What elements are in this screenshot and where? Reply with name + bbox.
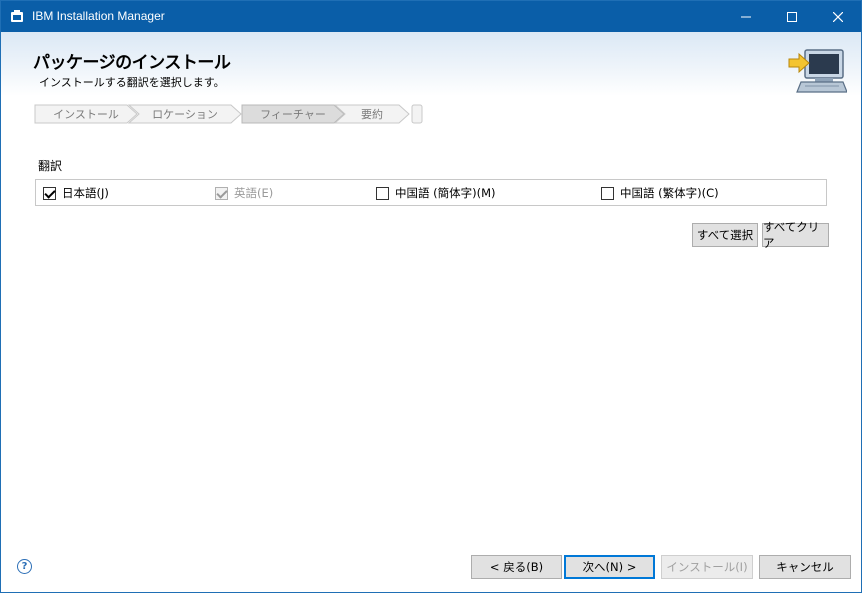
cancel-button[interactable]: キャンセル bbox=[759, 555, 851, 579]
step-location: ロケーション bbox=[128, 104, 242, 124]
language-chinese-traditional[interactable]: 中国語 (繁体字)(C) bbox=[601, 185, 719, 201]
back-button[interactable]: < 戻る(B) bbox=[471, 555, 562, 579]
page-subtitle: インストールする翻訳を選択します。 bbox=[39, 76, 225, 89]
chinese-traditional-label: 中国語 (繁体字)(C) bbox=[620, 186, 719, 200]
minimize-button[interactable] bbox=[723, 1, 769, 32]
maximize-button[interactable] bbox=[769, 1, 815, 32]
maximize-icon bbox=[787, 11, 797, 22]
window-title: IBM Installation Manager bbox=[32, 9, 165, 23]
select-all-button[interactable]: すべて選択 bbox=[692, 223, 758, 247]
step-end bbox=[411, 104, 423, 124]
title-bar: IBM Installation Manager bbox=[1, 1, 861, 32]
step-install: インストール bbox=[34, 104, 138, 124]
language-chinese-simplified[interactable]: 中国語 (簡体字)(M) bbox=[376, 185, 496, 201]
english-label: 英語(E) bbox=[234, 186, 274, 200]
chinese-traditional-checkbox[interactable] bbox=[601, 186, 614, 200]
chinese-simplified-label: 中国語 (簡体字)(M) bbox=[395, 186, 496, 200]
english-checkbox bbox=[215, 186, 228, 200]
step-features: フィーチャー bbox=[241, 104, 345, 124]
translation-section-label: 翻訳 bbox=[38, 159, 63, 173]
chinese-simplified-checkbox[interactable] bbox=[376, 186, 389, 200]
japanese-checkbox[interactable] bbox=[43, 186, 56, 200]
translation-list: 日本語(J) 英語(E) 中国語 (簡体字)(M) 中国語 (繁体字)(C) bbox=[35, 179, 827, 206]
page-title: パッケージのインストール bbox=[33, 53, 231, 73]
japanese-label: 日本語(J) bbox=[62, 186, 109, 200]
close-icon bbox=[833, 11, 843, 22]
close-button[interactable] bbox=[815, 1, 861, 32]
clear-all-button[interactable]: すべてクリア bbox=[762, 220, 829, 250]
language-english: 英語(E) bbox=[215, 185, 273, 201]
app-icon bbox=[11, 10, 23, 22]
help-icon[interactable]: ? bbox=[17, 559, 32, 574]
minimize-icon bbox=[741, 16, 751, 17]
computer-arrow-icon bbox=[788, 49, 847, 93]
step-summary: 要約 bbox=[334, 104, 410, 124]
language-japanese[interactable]: 日本語(J) bbox=[43, 185, 109, 201]
next-button[interactable]: 次へ(N) > bbox=[564, 555, 655, 579]
install-button: インストール(I) bbox=[661, 555, 753, 579]
installation-manager-window: IBM Installation Manager パッケージのインストール イン… bbox=[0, 0, 862, 593]
